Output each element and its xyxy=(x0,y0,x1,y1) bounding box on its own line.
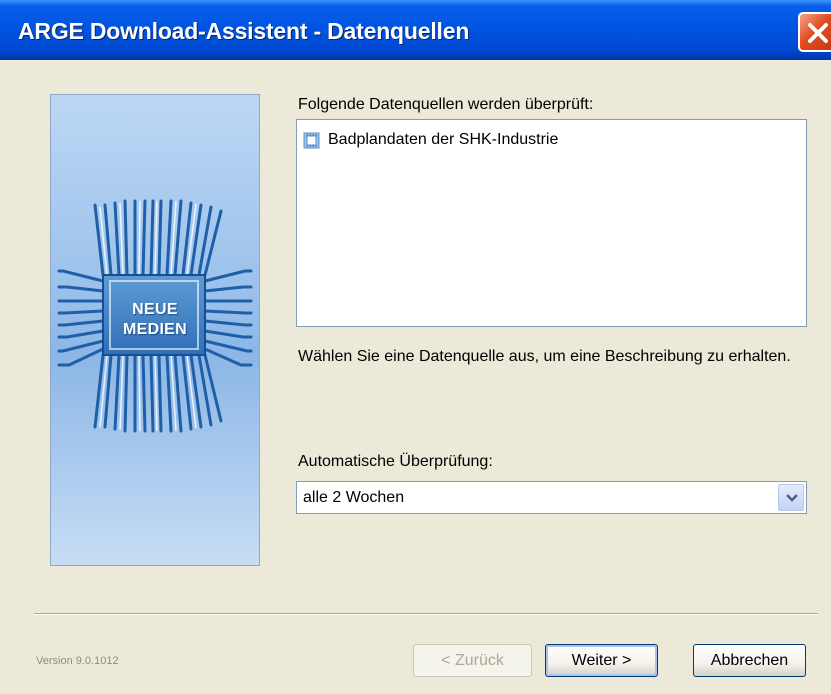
close-button[interactable] xyxy=(798,12,831,52)
auto-check-select[interactable]: alle 2 Wochen xyxy=(296,481,807,514)
description-text: Wählen Sie eine Datenquelle aus, um eine… xyxy=(298,348,791,365)
list-item[interactable]: Badplandaten der SHK-Industrie xyxy=(303,129,558,151)
footer-divider xyxy=(34,613,818,615)
auto-check-label: Automatische Überprüfung: xyxy=(298,453,493,470)
database-icon xyxy=(303,132,320,148)
dropdown-button[interactable] xyxy=(778,484,804,511)
back-button[interactable]: < Zurück xyxy=(413,644,532,677)
side-banner: NEUE MEDIEN xyxy=(50,94,260,566)
logo-text-neue: NEUE xyxy=(132,301,178,318)
window-title: ARGE Download-Assistent - Datenquellen xyxy=(18,18,470,44)
title-bar[interactable]: ARGE Download-Assistent - Datenquellen xyxy=(0,0,831,60)
list-item-label: Badplandaten der SHK-Industrie xyxy=(328,131,559,148)
sources-label: Folgende Datenquellen werden überprüft: xyxy=(298,96,594,113)
next-button[interactable]: Weiter > xyxy=(545,644,658,677)
cancel-button[interactable]: Abbrechen xyxy=(693,644,806,677)
close-icon xyxy=(808,23,828,43)
download-assistant-window: ARGE Download-Assistent - Datenquellen N… xyxy=(0,0,831,694)
version-label: Version 9.0.1012 xyxy=(36,655,119,667)
data-sources-list[interactable]: Badplandaten der SHK-Industrie xyxy=(296,119,807,327)
chevron-down-icon xyxy=(786,494,798,502)
logo-text-medien: MEDIEN xyxy=(122,321,188,338)
auto-check-value: alle 2 Wochen xyxy=(303,489,405,506)
